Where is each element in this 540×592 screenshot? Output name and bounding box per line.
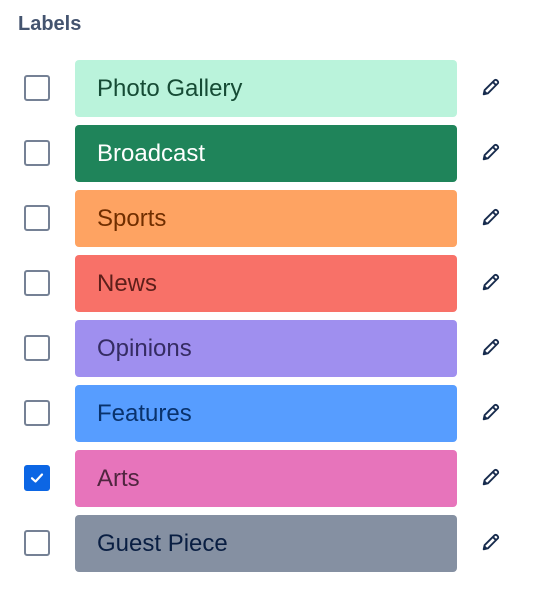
label-checkbox[interactable]	[24, 140, 50, 166]
edit-label-button[interactable]	[478, 531, 504, 557]
edit-label-button[interactable]	[478, 271, 504, 297]
labels-list: Photo Gallery Broadcast Sports News Opin…	[0, 60, 540, 580]
edit-label-button[interactable]	[478, 336, 504, 362]
label-row-2: Sports	[0, 190, 540, 255]
label-row-4: Opinions	[0, 320, 540, 385]
edit-label-button[interactable]	[478, 206, 504, 232]
pencil-icon	[480, 531, 502, 558]
label-chip[interactable]: Broadcast	[75, 125, 457, 182]
label-chip[interactable]: Photo Gallery	[75, 60, 457, 117]
label-checkbox[interactable]	[24, 335, 50, 361]
label-row-3: News	[0, 255, 540, 320]
edit-label-button[interactable]	[478, 466, 504, 492]
label-chip[interactable]: Guest Piece	[75, 515, 457, 572]
pencil-icon	[480, 336, 502, 363]
label-row-0: Photo Gallery	[0, 60, 540, 125]
label-chip[interactable]: News	[75, 255, 457, 312]
checkmark-icon	[30, 473, 44, 483]
label-checkbox[interactable]	[24, 270, 50, 296]
label-checkbox[interactable]	[24, 465, 50, 491]
label-checkbox[interactable]	[24, 400, 50, 426]
labels-heading: Labels	[18, 13, 82, 35]
pencil-icon	[480, 141, 502, 168]
edit-label-button[interactable]	[478, 401, 504, 427]
pencil-icon	[480, 271, 502, 298]
label-checkbox[interactable]	[24, 205, 50, 231]
label-chip[interactable]: Sports	[75, 190, 457, 247]
label-row-6: Arts	[0, 450, 540, 515]
pencil-icon	[480, 76, 502, 103]
edit-label-button[interactable]	[478, 76, 504, 102]
label-chip[interactable]: Arts	[75, 450, 457, 507]
label-row-5: Features	[0, 385, 540, 450]
pencil-icon	[480, 401, 502, 428]
edit-label-button[interactable]	[478, 141, 504, 167]
labels-panel: Labels Photo Gallery Broadcast Sports Ne…	[0, 0, 540, 592]
label-chip[interactable]: Features	[75, 385, 457, 442]
label-checkbox[interactable]	[24, 75, 50, 101]
pencil-icon	[480, 206, 502, 233]
pencil-icon	[480, 466, 502, 493]
label-row-7: Guest Piece	[0, 515, 540, 580]
label-checkbox[interactable]	[24, 530, 50, 556]
label-chip[interactable]: Opinions	[75, 320, 457, 377]
label-row-1: Broadcast	[0, 125, 540, 190]
